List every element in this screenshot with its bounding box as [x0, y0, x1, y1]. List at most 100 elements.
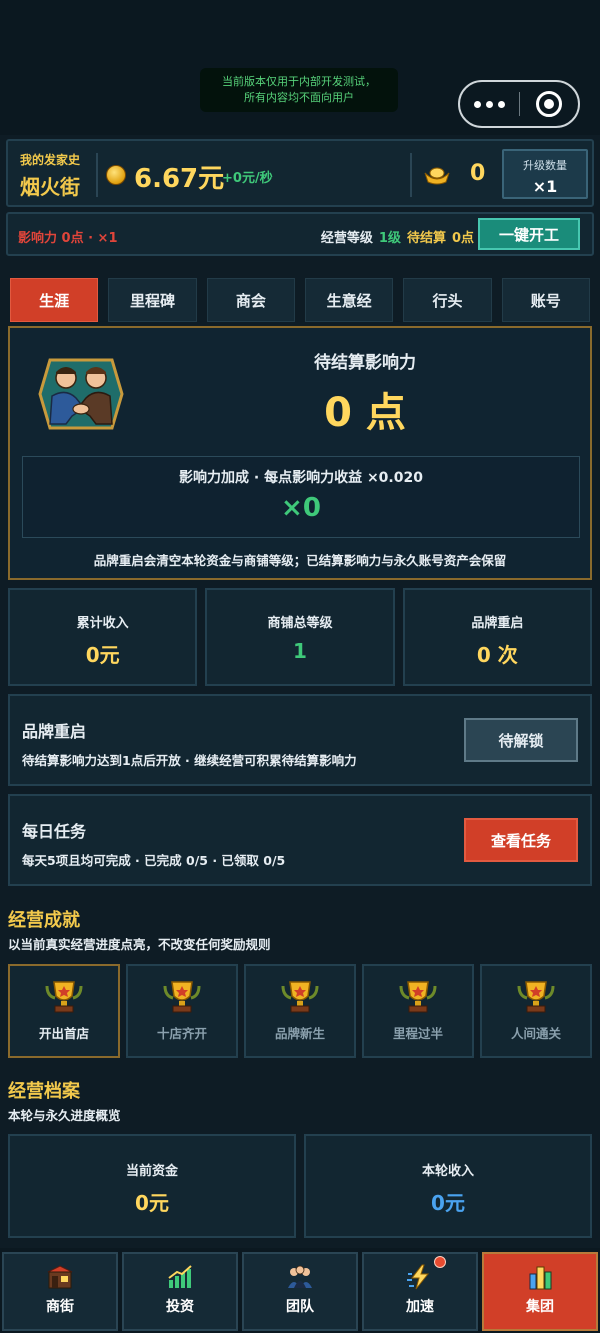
pending-label: 待结算 — [406, 231, 446, 246]
influence-bonus-box: 影响力加成 · 每点影响力收益 ×0.020 ×0 — [22, 456, 580, 538]
nav-label: 加速 — [406, 1299, 434, 1315]
nav-group[interactable]: 集团 — [482, 1252, 598, 1331]
divider — [96, 153, 98, 197]
archive-label: 本轮收入 — [421, 1164, 474, 1179]
influence-summary: 影响力 0点 · ×1 — [18, 231, 118, 246]
nav-invest[interactable]: 投资 — [122, 1252, 238, 1331]
achievements-subtitle: 以当前真实经营进度点亮，不改变任何奖励规则 — [8, 937, 271, 952]
bottom-nav: 商街 投资 团队 加速 集团 — [0, 1248, 600, 1333]
tab-outfit[interactable]: 行头 — [403, 278, 492, 322]
tab-milestones[interactable]: 里程碑 — [108, 278, 197, 322]
tab-account[interactable]: 账号 — [501, 278, 590, 322]
level-label: 经营等级 — [320, 231, 373, 246]
level-summary: 经营等级 1级 待结算 0点 — [321, 227, 474, 246]
achievement-name: 十店齐开 — [156, 1026, 207, 1041]
more-icon[interactable] — [460, 100, 519, 108]
achievements-row: 开出首店 十店齐开 品牌新生 里程过半 人间通关 — [8, 964, 592, 1058]
pending-influence-points: 0 点 — [324, 390, 406, 436]
nav-street[interactable]: 商街 — [2, 1252, 118, 1331]
trophy-icon — [163, 981, 201, 1013]
achievement-item[interactable]: 人间通关 — [480, 964, 592, 1058]
view-tasks-button[interactable]: 查看任务 — [464, 818, 578, 862]
story-subtitle: 我的发家史 — [20, 153, 81, 167]
archive-value: 0元 — [135, 1191, 169, 1215]
lightning-icon — [407, 1264, 430, 1290]
influence-bonus-label: 影响力加成 · 每点影响力收益 ×0.020 — [179, 470, 423, 486]
notification-dot — [434, 1256, 446, 1268]
stat-shop-level: 商铺总等级 1 — [205, 588, 395, 686]
archive-row: 当前资金 0元 本轮收入 0元 — [8, 1134, 592, 1238]
stat-value: 1 — [293, 639, 307, 663]
trophy-icon — [399, 981, 437, 1013]
panel-title: 品牌重启 — [22, 722, 87, 741]
brand-restart-panel: 品牌重启 待结算影响力达到1点后开放 · 继续经营可积累待结算影响力 待解锁 — [8, 694, 592, 786]
trophy-icon — [45, 981, 83, 1013]
dev-notice: 当前版本仅用于内部开发测试， 所有内容均不面向用户 — [200, 68, 398, 112]
ingot-count: 0 — [470, 161, 486, 186]
money-value: 6.67元 — [134, 164, 225, 194]
archive-title: 经营档案 — [8, 1081, 80, 1102]
achievement-name: 开出首店 — [38, 1026, 89, 1041]
trophy-icon — [281, 981, 319, 1013]
income-rate: +0元/秒 — [222, 171, 273, 186]
achievement-name: 人间通关 — [510, 1026, 561, 1041]
divider — [410, 153, 412, 197]
nav-speedup[interactable]: 加速 — [362, 1252, 478, 1331]
pending-value: 0点 — [451, 231, 474, 246]
nav-label: 投资 — [166, 1299, 194, 1315]
tab-business-tips[interactable]: 生意经 — [304, 278, 394, 322]
archive-current-funds: 当前资金 0元 — [8, 1134, 296, 1238]
achievement-item[interactable]: 品牌新生 — [244, 964, 356, 1058]
panel-desc: 待结算影响力达到1点后开放 · 继续经营可积累待结算影响力 — [22, 753, 357, 768]
tab-career[interactable]: 生涯 — [10, 278, 99, 322]
stat-value: 0 次 — [476, 643, 518, 667]
gold-ingot-icon — [424, 167, 450, 185]
team-icon — [288, 1265, 312, 1288]
achievement-name: 品牌新生 — [274, 1026, 325, 1041]
nav-team[interactable]: 团队 — [242, 1252, 358, 1331]
stat-label: 商铺总等级 — [267, 616, 333, 631]
achievement-item[interactable]: 里程过半 — [362, 964, 474, 1058]
upgrade-quantity-button[interactable]: 升级数量 ×1 — [502, 149, 588, 199]
tab-chamber[interactable]: 商会 — [206, 278, 295, 322]
dev-notice-line1: 当前版本仅用于内部开发测试， — [222, 75, 376, 88]
archive-subtitle: 本轮与永久进度概览 — [8, 1108, 121, 1123]
restart-locked-button[interactable]: 待解锁 — [464, 718, 578, 762]
archive-round-income: 本轮收入 0元 — [304, 1134, 592, 1238]
level-value: 1级 — [378, 231, 401, 246]
chart-up-icon — [168, 1265, 192, 1288]
pending-influence-label: 待结算影响力 — [314, 353, 416, 373]
stat-value: 0元 — [85, 643, 120, 667]
storefront-icon — [47, 1265, 73, 1289]
panel-title: 每日任务 — [22, 822, 87, 841]
daily-tasks-panel: 每日任务 每天5项且均可完成 · 已完成 0/5 · 已领取 0/5 查看任务 — [8, 794, 592, 886]
achievement-item[interactable]: 开出首店 — [8, 964, 120, 1058]
influence-panel: 待结算影响力 0 点 影响力加成 · 每点影响力收益 ×0.020 ×0 品牌重… — [8, 326, 592, 580]
dev-notice-line2: 所有内容均不面向用户 — [244, 91, 354, 104]
nav-label: 团队 — [286, 1299, 314, 1315]
upgrade-quantity-label: 升级数量 — [523, 159, 567, 172]
achievement-item[interactable]: 十店齐开 — [126, 964, 238, 1058]
stat-brand-restart: 品牌重启 0 次 — [402, 588, 592, 686]
close-miniapp-icon[interactable] — [519, 91, 578, 117]
restart-note: 品牌重启会清空本轮资金与商铺等级；已结算影响力与永久账号资产会保留 — [93, 553, 507, 568]
trophy-icon — [517, 981, 555, 1013]
upgrade-quantity-value: ×1 — [532, 177, 558, 196]
skyscraper-icon — [529, 1266, 552, 1290]
section-tabs: 生涯 里程碑 商会 生意经 行头 账号 — [10, 278, 590, 322]
info-bar: 影响力 0点 · ×1 经营等级 1级 待结算 0点 一键开工 — [6, 212, 594, 256]
nav-label: 商街 — [46, 1299, 74, 1315]
panel-desc: 每天5项且均可完成 · 已完成 0/5 · 已领取 0/5 — [22, 853, 286, 868]
achievement-name: 里程过半 — [392, 1026, 443, 1041]
top-bar: 当前版本仅用于内部开发测试， 所有内容均不面向用户 — [0, 0, 600, 135]
archive-label: 当前资金 — [125, 1164, 178, 1179]
stat-total-income: 累计收入 0元 — [8, 588, 198, 686]
nav-label: 集团 — [526, 1299, 554, 1315]
coin-icon — [106, 165, 126, 185]
status-bar: 我的发家史 烟火街 6.67元 +0元/秒 0 升级数量 ×1 — [6, 139, 594, 207]
archive-value: 0元 — [431, 1191, 465, 1215]
stat-label: 品牌重启 — [471, 616, 524, 631]
street-title: 烟火街 — [20, 175, 80, 199]
stats-row: 累计收入 0元 商铺总等级 1 品牌重启 0 次 — [8, 588, 592, 686]
one-click-start-button[interactable]: 一键开工 — [478, 218, 580, 250]
